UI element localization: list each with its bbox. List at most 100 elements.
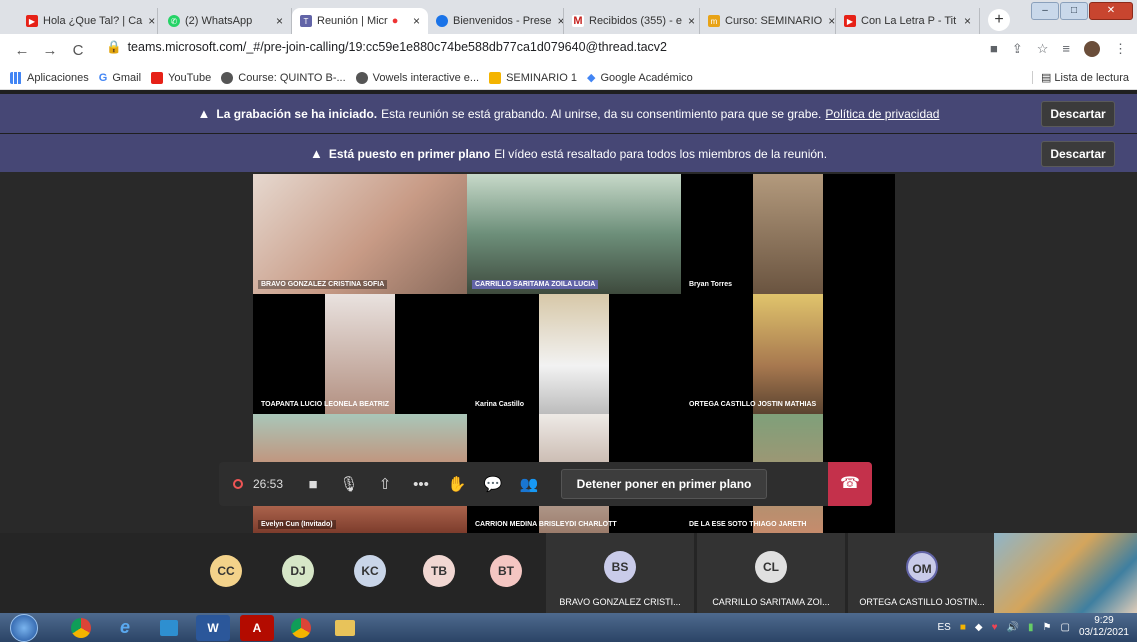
bookmark-label: Vowels interactive e... bbox=[372, 71, 480, 84]
tray-app-icon[interactable]: ■ bbox=[960, 622, 966, 633]
avatar[interactable]: TB bbox=[423, 555, 455, 587]
close-icon[interactable]: × bbox=[270, 14, 283, 28]
bookmark-scholar[interactable]: ◆ Google Académico bbox=[586, 71, 693, 85]
scholar-icon: ◆ bbox=[586, 72, 596, 84]
tab-hola[interactable]: ▶ Hola ¿Que Tal? | Ca × bbox=[18, 8, 158, 34]
close-icon[interactable]: × bbox=[822, 14, 835, 28]
bookmark-label: Course: QUINTO B-... bbox=[238, 71, 346, 84]
video-tile[interactable]: Karina Castillo bbox=[467, 294, 681, 414]
reload-icon[interactable]: C bbox=[64, 42, 92, 59]
new-tab-button[interactable]: + bbox=[988, 9, 1010, 31]
share-screen-button[interactable]: ⇧ bbox=[367, 475, 403, 493]
camera-icon[interactable]: ■ bbox=[990, 41, 998, 57]
close-icon[interactable]: × bbox=[682, 14, 695, 28]
video-feed bbox=[753, 174, 823, 294]
star-icon[interactable]: ☆ bbox=[1037, 41, 1049, 57]
whatsapp-icon: ✆ bbox=[168, 15, 180, 27]
maximize-button[interactable]: □ bbox=[1060, 2, 1088, 20]
participant-box[interactable]: CL CARRILLO SARITAMA ZOI... bbox=[697, 533, 845, 613]
video-tile[interactable]: ORTEGA CASTILLO JOSTIN MATHIAS bbox=[681, 294, 895, 414]
acrobat-icon[interactable]: A bbox=[240, 614, 274, 641]
close-icon[interactable]: × bbox=[142, 14, 155, 28]
internet-explorer-icon[interactable]: e bbox=[108, 615, 142, 641]
forward-icon[interactable]: → bbox=[36, 42, 64, 59]
url-field[interactable]: 🔒 teams.microsoft.com/_#/pre-join-calling… bbox=[106, 40, 667, 55]
tab-letra-p[interactable]: ▶ Con La Letra P - Tit × bbox=[836, 8, 980, 34]
dismiss-recording-button[interactable]: Descartar bbox=[1041, 101, 1115, 127]
close-icon[interactable]: × bbox=[551, 14, 563, 28]
chrome-icon[interactable] bbox=[64, 615, 98, 641]
network-icon[interactable]: ▮ bbox=[1028, 622, 1034, 633]
avatar[interactable]: DJ bbox=[282, 555, 314, 587]
avatar[interactable]: CC bbox=[210, 555, 242, 587]
stop-spotlight-button[interactable]: Detener poner en primer plano bbox=[561, 469, 768, 499]
raise-hand-button[interactable]: ✋ bbox=[439, 475, 475, 493]
flag-icon[interactable]: ⚑ bbox=[1043, 622, 1052, 633]
profile-avatar[interactable] bbox=[1084, 41, 1100, 57]
action-center-icon[interactable]: ▢ bbox=[1060, 622, 1069, 633]
privacy-policy-link[interactable]: Política de privacidad bbox=[825, 107, 939, 121]
hang-up-button[interactable]: ☎ bbox=[828, 462, 872, 506]
tab-teams-meeting[interactable]: T Reunión | Micr ● × bbox=[292, 8, 428, 34]
tab-label: Con La Letra P - Tit bbox=[861, 15, 957, 27]
close-icon[interactable]: × bbox=[407, 14, 420, 28]
dismiss-spotlight-button[interactable]: Descartar bbox=[1041, 141, 1115, 167]
chrome-icon[interactable] bbox=[284, 615, 318, 641]
video-tile[interactable]: TOAPANTA LUCIO LEONELA BEATRIZ bbox=[253, 294, 467, 414]
bookmark-vowels[interactable]: Vowels interactive e... bbox=[355, 71, 480, 84]
chat-button[interactable]: 💬 bbox=[475, 475, 511, 493]
meeting-controls: 26:53 ■ 🎙 ⇧ ••• ✋ 💬 👥 Detener poner en p… bbox=[219, 462, 872, 506]
warning-icon: ▲ bbox=[197, 106, 211, 121]
minimize-button[interactable]: – bbox=[1031, 2, 1059, 20]
bookmark-youtube[interactable]: YouTube bbox=[151, 71, 211, 84]
bookmark-seminario[interactable]: SEMINARIO 1 bbox=[489, 71, 577, 84]
volume-icon[interactable]: 🔊 bbox=[1007, 622, 1019, 633]
tray-app-icon[interactable]: ♥ bbox=[992, 622, 998, 633]
media-player-icon[interactable] bbox=[152, 615, 186, 641]
window-close-button[interactable]: ✕ bbox=[1089, 2, 1133, 20]
self-video-preview[interactable] bbox=[994, 533, 1137, 613]
word-icon[interactable]: W bbox=[196, 614, 230, 641]
tray-app-icon[interactable]: ◆ bbox=[975, 622, 983, 633]
video-tile-spotlight[interactable]: CARRILLO SARITAMA ZOILA LUCIA bbox=[467, 174, 681, 294]
avatar[interactable]: BT bbox=[490, 555, 522, 587]
avatar[interactable]: KC bbox=[354, 555, 386, 587]
bookmark-course[interactable]: Course: QUINTO B-... bbox=[221, 71, 346, 84]
bookmark-apps[interactable]: Aplicaciones bbox=[10, 71, 89, 84]
tab-label: Curso: SEMINARIO bbox=[725, 15, 823, 27]
browser-tab-bar: ▶ Hola ¿Que Tal? | Ca × ✆ (2) WhatsApp × T Re… bbox=[0, 0, 1137, 34]
participant-box[interactable]: BS BRAVO GONZALEZ CRISTI... bbox=[546, 533, 694, 613]
tab-curso[interactable]: m Curso: SEMINARIO × bbox=[700, 8, 836, 34]
participants-button[interactable]: 👥 bbox=[511, 475, 547, 493]
participant-name: DE LA ESE SOTO THIAGO JARETH bbox=[689, 521, 807, 528]
reading-list-icon[interactable]: ≡ bbox=[1062, 41, 1070, 57]
tab-bienvenidos[interactable]: Bienvenidos - Prese × bbox=[428, 8, 564, 34]
participant-name: Bryan Torres bbox=[689, 281, 733, 288]
share-icon[interactable]: ⇪ bbox=[1012, 41, 1023, 57]
menu-icon[interactable]: ⋮ bbox=[1114, 41, 1127, 57]
back-icon[interactable]: ← bbox=[8, 42, 36, 59]
more-options-button[interactable]: ••• bbox=[403, 476, 439, 493]
video-tile[interactable]: Bryan Torres bbox=[681, 174, 895, 294]
file-explorer-icon[interactable] bbox=[328, 615, 362, 641]
camera-toggle-button[interactable]: ■ bbox=[295, 476, 331, 493]
participant-box[interactable]: OM ORTEGA CASTILLO JOSTIN... bbox=[848, 533, 996, 613]
close-icon[interactable]: × bbox=[958, 14, 971, 28]
language-indicator[interactable]: ES bbox=[938, 622, 951, 633]
recording-indicator-icon bbox=[233, 479, 243, 489]
system-clock[interactable]: 9:29 03/12/2021 bbox=[1079, 615, 1129, 639]
start-button[interactable] bbox=[10, 613, 38, 642]
spotlight-banner: ▲ Está puesto en primer plano El vídeo e… bbox=[0, 134, 1137, 173]
tab-gmail[interactable]: M Recibidos (355) - e × bbox=[564, 8, 700, 34]
bookmark-gmail[interactable]: G Gmail bbox=[99, 72, 141, 84]
tab-whatsapp[interactable]: ✆ (2) WhatsApp × bbox=[160, 8, 292, 34]
window-controls: – □ ✕ bbox=[1031, 2, 1133, 20]
video-tile[interactable]: BRAVO GONZALEZ CRISTINA SOFIA bbox=[253, 174, 467, 294]
participant-name: Karina Castillo bbox=[475, 401, 525, 408]
microphone-button[interactable]: 🎙 bbox=[331, 475, 367, 493]
reading-list-button[interactable]: ▤ Lista de lectura bbox=[1031, 71, 1129, 84]
reading-list-label: Lista de lectura bbox=[1054, 72, 1129, 84]
address-bar-row: ← → C 🔒 teams.microsoft.com/_#/pre-join-c… bbox=[0, 34, 1137, 66]
bookmark-label: Aplicaciones bbox=[27, 71, 89, 84]
globe-icon bbox=[436, 15, 448, 27]
